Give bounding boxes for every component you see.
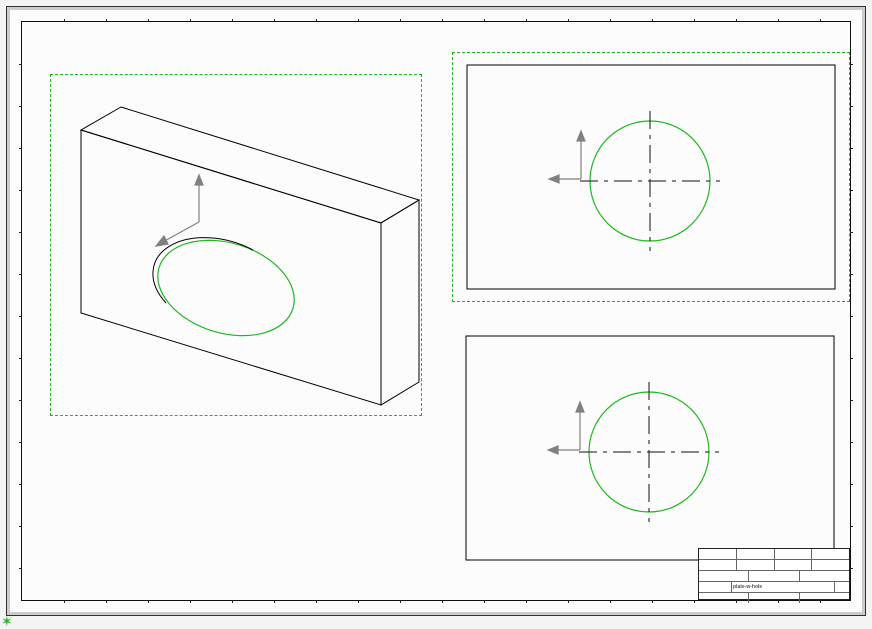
tb-cell	[812, 549, 849, 559]
view-front-bottom[interactable]	[452, 324, 848, 572]
tb-cell	[835, 582, 849, 592]
drawing-frame: plate-w-hole	[21, 21, 851, 601]
view-front-bottom-svg	[452, 324, 848, 572]
tb-cell	[737, 549, 775, 559]
view-isometric-selection[interactable]	[50, 74, 422, 416]
tb-cell	[775, 549, 813, 559]
view-front-top-svg	[453, 53, 849, 301]
tb-cell	[800, 571, 849, 581]
view-front-top-selection[interactable]	[452, 52, 850, 302]
tb-cell	[699, 549, 737, 559]
tb-cell	[749, 593, 799, 603]
tb-cell	[699, 560, 737, 570]
drawing-sheet[interactable]: plate-w-hole ✶	[6, 6, 866, 616]
tb-cell	[812, 560, 849, 570]
tb-cell	[737, 560, 775, 570]
view-isometric-svg	[51, 75, 421, 415]
tb-cell	[699, 582, 732, 592]
tb-cell	[749, 571, 799, 581]
tb-cell	[775, 560, 813, 570]
tb-title-cell: plate-w-hole	[732, 582, 835, 592]
tb-cell	[699, 571, 749, 581]
title-block[interactable]: plate-w-hole	[698, 548, 850, 600]
tb-cell	[800, 593, 849, 603]
tb-cell	[699, 593, 749, 603]
